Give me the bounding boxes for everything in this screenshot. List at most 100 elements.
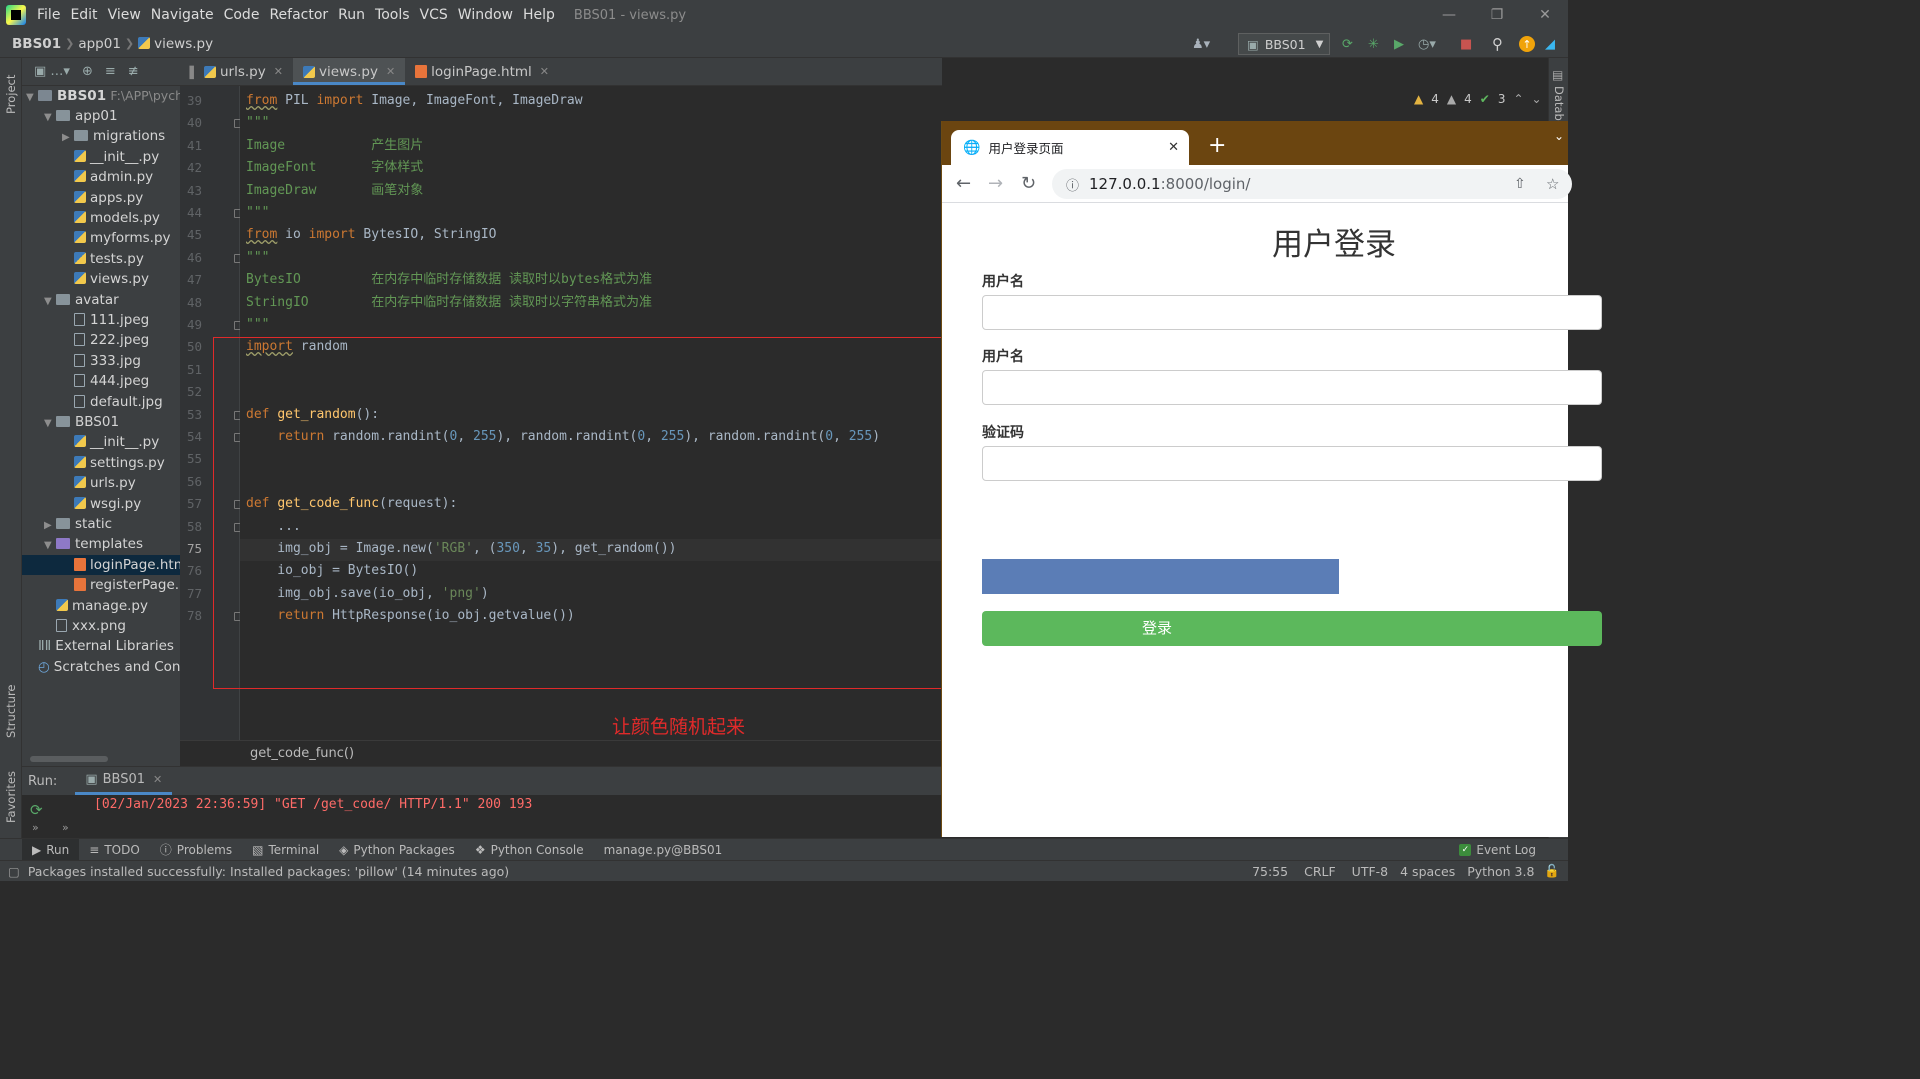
file-encoding[interactable]: UTF-8 (1352, 864, 1388, 879)
line-separator[interactable]: CRLF (1304, 864, 1336, 879)
breadcrumb-folder[interactable]: app01 (74, 36, 125, 52)
expand-all-icon[interactable]: ≡ (105, 64, 116, 79)
tab-views-py[interactable]: views.py ✕ (292, 58, 406, 85)
menu-navigate[interactable]: Navigate (146, 7, 219, 23)
tree-item[interactable]: models.py (22, 208, 180, 228)
status-message[interactable]: Packages installed successfully: Install… (28, 864, 509, 879)
share-icon[interactable]: ⇧ (1514, 176, 1526, 192)
tree-item[interactable]: settings.py (22, 453, 180, 473)
chevron-down-icon[interactable]: ⌄ (1554, 129, 1564, 143)
inspection-widget[interactable]: ▲ 4 ▲ 4 ✔ 3 ⌃ ⌄ (1414, 92, 1542, 106)
close-window-icon[interactable]: ✕ (1522, 0, 1568, 30)
username-input[interactable] (982, 295, 1602, 330)
bookmark-star-icon[interactable]: ☆ (1546, 175, 1559, 193)
tool-tab-run[interactable]: ▶ Run (22, 838, 80, 861)
tree-item[interactable]: admin.py (22, 167, 180, 187)
menu-tools[interactable]: Tools (370, 7, 415, 23)
run-configuration-select[interactable]: ▣ BBS01 ▼ (1238, 33, 1330, 55)
menu-refactor[interactable]: Refactor (264, 7, 333, 23)
rerun-icon[interactable]: ⟳ (30, 801, 43, 819)
structure-tool-tab[interactable]: Structure (4, 678, 18, 739)
more-actions-icon[interactable]: » (32, 821, 39, 834)
tool-tab-python-console[interactable]: ❖ Python Console (465, 839, 594, 861)
stop-icon[interactable]: ■ (1460, 34, 1472, 54)
menu-help[interactable]: Help (518, 7, 560, 23)
user-icon[interactable]: ♟▾ (1192, 34, 1210, 54)
tool-tab-event-log[interactable]: ✓ Event Log (1449, 839, 1546, 861)
forward-icon[interactable]: → (988, 173, 1003, 194)
tree-item[interactable]: 444.jpeg (22, 371, 180, 391)
menu-window[interactable]: Window (453, 7, 518, 23)
tool-tab-todo[interactable]: ≡ TODO (79, 839, 150, 861)
tab-urls-py[interactable]: urls.py ✕ (194, 58, 293, 85)
menu-run[interactable]: Run (333, 7, 370, 23)
tree-item[interactable]: ▼ templates (22, 534, 180, 554)
breadcrumb-file[interactable]: views.py (134, 36, 217, 52)
url-input[interactable]: ⓘ 127.0.0.1:8000/login/ ⇧ ☆ (1052, 169, 1572, 199)
debug-icon[interactable]: ✳ (1368, 34, 1379, 54)
more-actions-icon[interactable]: » (62, 821, 69, 834)
menu-vcs[interactable]: VCS (415, 7, 453, 23)
new-tab-icon[interactable]: + (1208, 133, 1226, 158)
coverage-icon[interactable]: ▶ (1394, 34, 1404, 54)
restore-icon[interactable]: ❐ (1474, 0, 1520, 30)
site-info-icon[interactable]: ⓘ (1066, 175, 1079, 194)
tree-item[interactable]: registerPage.html (22, 575, 180, 595)
tree-item[interactable]: wsgi.py (22, 494, 180, 514)
login-button[interactable]: 登录 (982, 611, 1602, 646)
favorites-tool-tab[interactable]: Favorites (4, 763, 18, 823)
tree-root[interactable]: ▼ BBS01 F:\APP\pychar (22, 86, 180, 106)
browser-tab[interactable]: 🌐 用户登录页面 ✕ (951, 130, 1189, 165)
profile-icon[interactable]: ◷▾ (1418, 34, 1436, 54)
status-toggle-icon[interactable]: ▢ (8, 864, 20, 879)
menu-view[interactable]: View (103, 7, 146, 23)
tree-item[interactable]: __init__.py (22, 147, 180, 167)
chevron-down-icon[interactable]: ⌄ (1532, 92, 1542, 106)
project-tool-tab[interactable]: Project (4, 64, 18, 114)
run-tab-bbs01[interactable]: ▣ BBS01 ✕ (75, 767, 173, 795)
tool-tab-manage-py[interactable]: manage.py@BBS01 (594, 839, 733, 861)
locate-icon[interactable]: ⊕ (82, 64, 93, 79)
chevron-up-icon[interactable]: ⌃ (1513, 92, 1523, 106)
tree-item[interactable]: manage.py (22, 596, 180, 616)
jetbrains-toolbox-icon[interactable]: ◢ (1545, 34, 1555, 54)
tree-item[interactable]: ◴Scratches and Consoles (22, 657, 180, 677)
cursor-position[interactable]: 75:55 (1252, 864, 1288, 879)
tool-tab-terminal[interactable]: ▧ Terminal (242, 839, 329, 861)
breadcrumb-project[interactable]: BBS01 (8, 36, 65, 52)
panel-options-icon[interactable]: ▣ …▾ (34, 64, 70, 79)
tree-item[interactable]: apps.py (22, 188, 180, 208)
tree-item[interactable]: loginPage.html (22, 554, 180, 575)
password-input[interactable] (982, 370, 1602, 405)
tree-item[interactable]: 333.jpg (22, 351, 180, 371)
tab-loginpage-html[interactable]: loginPage.html ✕ (405, 58, 559, 85)
tree-item[interactable]: xxx.png (22, 616, 180, 636)
menu-file[interactable]: File (32, 7, 65, 23)
tree-item[interactable]: 111.jpeg (22, 310, 180, 330)
close-tab-icon[interactable]: ✕ (540, 65, 549, 78)
lock-icon[interactable]: 🔓 (1544, 863, 1560, 879)
collapse-all-icon[interactable]: ≢ (128, 64, 139, 79)
minimize-icon[interactable]: — (1426, 0, 1472, 30)
python-interpreter[interactable]: Python 3.8 (1467, 864, 1534, 879)
close-tab-icon[interactable]: ✕ (274, 65, 283, 78)
reload-icon[interactable]: ↻ (1021, 173, 1036, 194)
search-icon[interactable]: ⚲ (1492, 34, 1503, 54)
tree-item[interactable]: myforms.py (22, 228, 180, 248)
update-icon[interactable]: ↑ (1519, 36, 1535, 52)
tree-item[interactable]: default.jpg (22, 392, 180, 412)
tree-item[interactable]: urls.py (22, 473, 180, 493)
close-tab-icon[interactable]: ✕ (1168, 140, 1179, 155)
close-tab-icon[interactable]: ✕ (386, 65, 395, 78)
tab-scroll-icon[interactable]: ❚ (180, 58, 197, 85)
captcha-image[interactable] (982, 559, 1339, 594)
menu-edit[interactable]: Edit (65, 7, 102, 23)
tree-item[interactable]: ▼ app01 (22, 106, 180, 126)
tree-item[interactable]: ▶ migrations (22, 126, 180, 146)
close-tab-icon[interactable]: ✕ (153, 773, 162, 786)
tree-item[interactable]: ▶ static (22, 514, 180, 534)
code-breadcrumb[interactable]: get_code_func() (180, 740, 942, 766)
tree-item[interactable]: tests.py (22, 249, 180, 269)
tree-item[interactable]: views.py (22, 269, 180, 289)
back-icon[interactable]: ← (956, 173, 971, 194)
